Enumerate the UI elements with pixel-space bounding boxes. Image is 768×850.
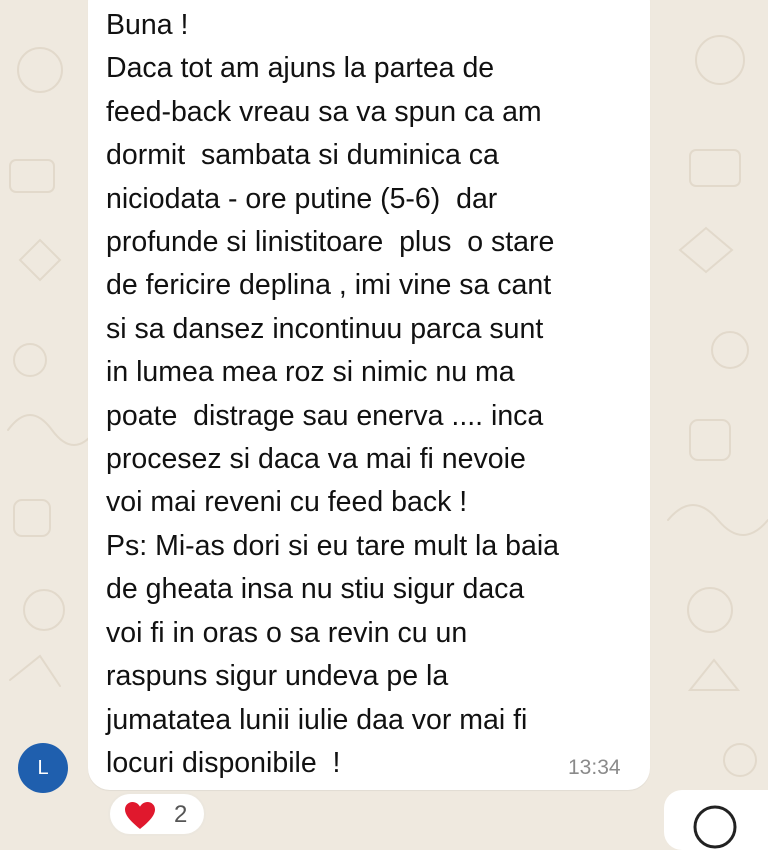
message-line: voi mai reveni cu feed back !	[106, 486, 468, 519]
message-line: profunde si linistitoare plus o stare	[106, 226, 555, 259]
message-line: poate distrage sau enerva .... inca	[106, 399, 544, 432]
message-line: si sa dansez incontinuu parca sunt	[106, 312, 544, 345]
next-message-bubble[interactable]	[664, 790, 768, 850]
message-line: dormit sambata si duminica ca	[106, 139, 499, 172]
message-line: raspuns sigur undeva pe la	[106, 660, 449, 693]
message-line: voi fi in oras o sa revin cu un	[106, 616, 468, 649]
message-timestamp: 13:34	[568, 756, 621, 779]
message-line: Buna !	[106, 9, 189, 41]
message-line: niciodata - ore putine (5-6) dar	[106, 182, 498, 215]
message-line: de fericire deplina , imi vine sa cant	[106, 269, 552, 302]
message-line: jumatatea lunii iulie daa vor mai fi	[106, 703, 528, 736]
message-line: feed-back vreau sa va spun ca am	[106, 95, 542, 128]
avatar-initial: L	[37, 756, 49, 779]
red-heart-icon	[125, 802, 155, 829]
message-line: in lumea mea roz si nimic nu ma	[106, 356, 515, 389]
sender-avatar[interactable]: L	[18, 743, 68, 793]
message-line: locuri disponibile !	[106, 746, 341, 779]
message-line: de gheata insa nu stiu sigur daca	[106, 573, 525, 606]
circle-icon	[693, 805, 737, 849]
message-text: Buna ! Daca tot am ajuns la partea de fe…	[106, 4, 641, 785]
reaction-pill[interactable]: 2	[108, 792, 206, 836]
reaction-count: 2	[174, 801, 188, 828]
message-line: Ps: Mi-as dori si eu tare mult la baia	[106, 529, 560, 562]
message-line: Daca tot am ajuns la partea de	[106, 52, 495, 85]
message-line: procesez si daca va mai fi nevoie	[106, 443, 526, 476]
